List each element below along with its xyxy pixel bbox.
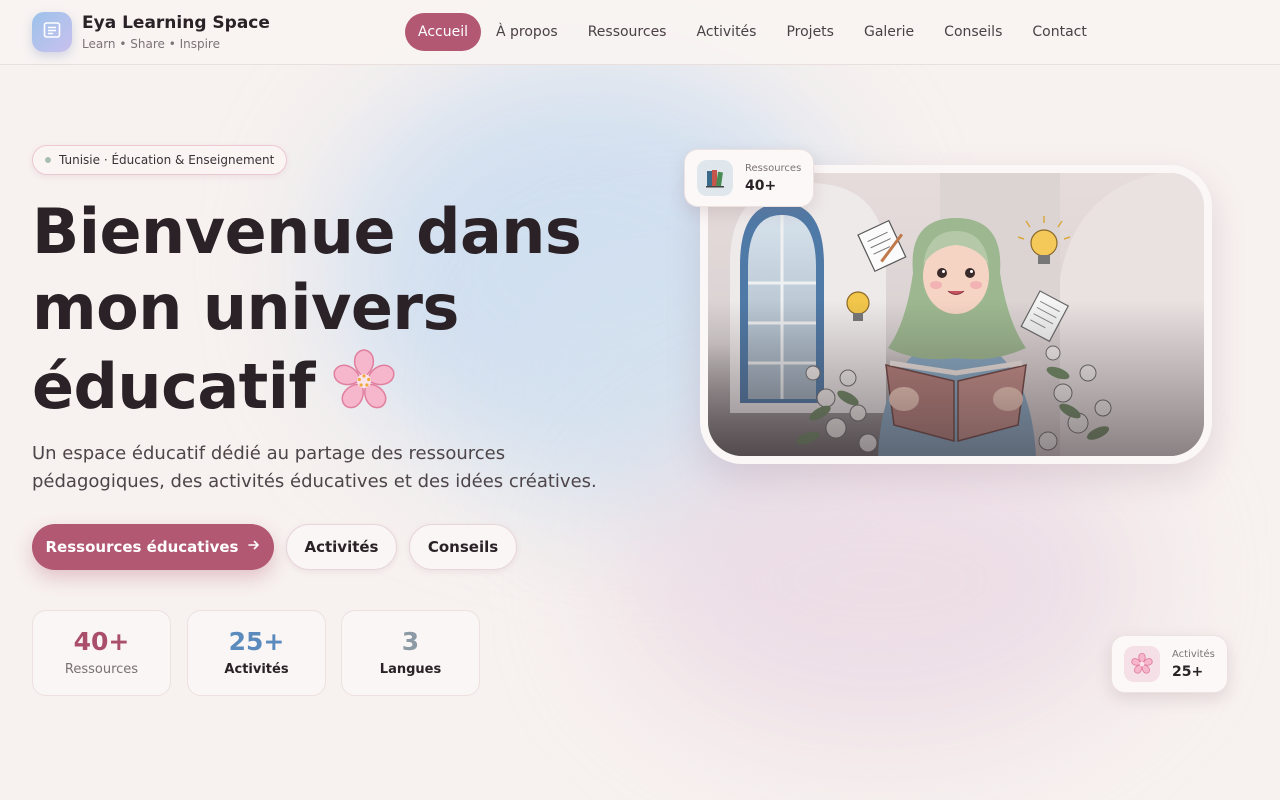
floating-stat-activities: Activités 25+	[1111, 635, 1228, 693]
floating-stat-label: Ressources	[745, 162, 802, 174]
hero-title-line-text: éducatif	[32, 350, 316, 423]
stat-value: 40+	[73, 627, 130, 656]
logo[interactable]	[32, 12, 72, 52]
hero-illustration-card	[700, 165, 1212, 464]
main-nav: Accueil À propos Ressources Activités Pr…	[405, 13, 1102, 51]
brand-name[interactable]: Eya Learning Space	[82, 13, 270, 33]
nav-item-projets[interactable]: Projets	[771, 13, 849, 51]
site-header: Eya Learning Space Learn • Share • Inspi…	[0, 0, 1280, 65]
hero-title-line-last: éducatif	[32, 346, 652, 433]
status-dot-icon	[45, 157, 51, 163]
arrow-right-icon	[248, 539, 260, 555]
hero-illustration	[708, 173, 1204, 456]
badge-text: Tunisie · Éducation & Enseignement	[59, 153, 275, 167]
floating-stat-value: 40+	[745, 177, 777, 194]
books-icon	[697, 160, 733, 196]
activities-button[interactable]: Activités	[286, 524, 397, 570]
hero-subtitle-line: pédagogiques, des activités éducatives e…	[32, 471, 597, 492]
stat-card-resources: 40+ Ressources	[32, 610, 171, 696]
stat-label: Ressources	[64, 662, 139, 677]
hero-subtitle-line: Un espace éducatif dédié au partage des …	[32, 443, 506, 464]
nav-item-galerie[interactable]: Galerie	[849, 13, 929, 51]
stat-card-languages: 3 Langues	[341, 610, 480, 696]
hero-title-line: mon univers	[32, 271, 459, 344]
nav-item-accueil[interactable]: Accueil	[405, 13, 481, 51]
location-badge: Tunisie · Éducation & Enseignement	[32, 145, 288, 175]
hero-title: Bienvenue dans mon univers éducatif	[32, 194, 652, 433]
brand-tagline: Learn • Share • Inspire	[82, 37, 220, 51]
nav-item-a-propos[interactable]: À propos	[481, 13, 573, 51]
advice-button[interactable]: Conseils	[409, 524, 517, 570]
cherry-blossom-icon	[1124, 646, 1160, 682]
floating-stat-resources: Ressources 40+	[684, 149, 814, 207]
resources-button[interactable]: Ressources éducatives	[32, 524, 274, 570]
nav-item-ressources[interactable]: Ressources	[573, 13, 682, 51]
nav-item-conseils[interactable]: Conseils	[929, 13, 1017, 51]
hero-title-line: Bienvenue dans	[32, 195, 582, 268]
stat-value: 3	[401, 627, 420, 656]
stat-card-activities: 25+ Activités	[187, 610, 326, 696]
floating-stat-label: Activités	[1172, 648, 1215, 660]
hero-subtitle: Un espace éducatif dédié au partage des …	[32, 440, 632, 496]
stat-label: Langues	[379, 662, 442, 677]
stat-label: Activités	[224, 662, 289, 677]
nav-item-activites[interactable]: Activités	[681, 13, 771, 51]
resources-button-label: Ressources éducatives	[45, 538, 239, 556]
stat-value: 25+	[228, 627, 285, 656]
cherry-blossom-icon	[329, 346, 399, 433]
nav-item-contact[interactable]: Contact	[1017, 13, 1101, 51]
floating-stat-value: 25+	[1172, 663, 1204, 680]
background-glow	[620, 420, 1140, 740]
book-icon	[42, 20, 62, 44]
